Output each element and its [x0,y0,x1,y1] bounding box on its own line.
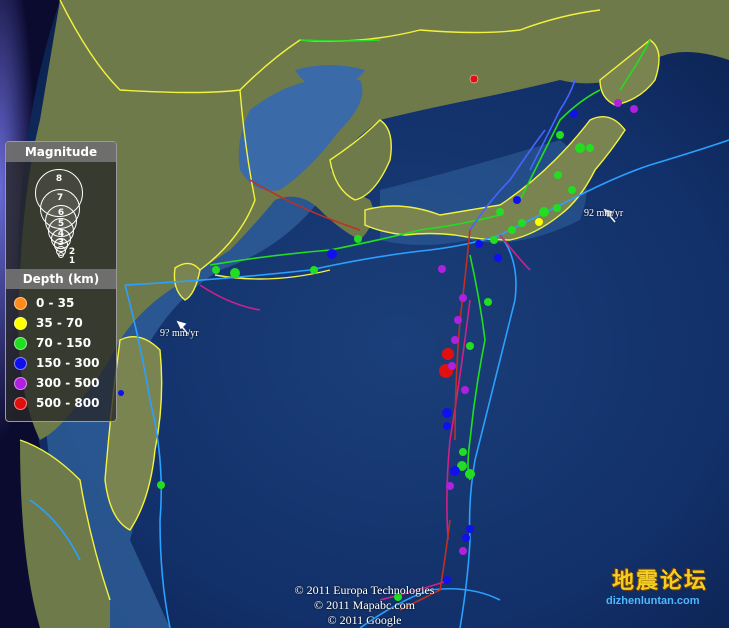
quake-marker [462,534,470,542]
depth-row: 70 - 150 [6,333,116,353]
map-view[interactable]: Magnitude 8 7 6 5 4 3 2 1 Depth (km) 0 -… [0,0,729,628]
magnitude-label: 5 [57,219,65,229]
quake-marker [443,422,451,430]
quake-marker [513,196,521,204]
quake-marker [518,219,526,227]
quake-marker [118,390,124,396]
quake-marker [614,99,622,107]
quake-marker [442,408,452,418]
credit-line: © 2011 Google [327,613,402,627]
quake-marker [451,336,459,344]
quake-marker [570,110,578,118]
depth-row: 300 - 500 [6,373,116,393]
quake-marker [539,207,549,217]
legend-panel: Magnitude 8 7 6 5 4 3 2 1 Depth (km) 0 -… [5,141,117,422]
magnitude-title: Magnitude [6,142,116,162]
depth-swatch-3 [14,356,27,370]
magnitude-label: 3 [57,238,65,248]
quake-marker [448,362,456,370]
quake-marker [442,348,454,360]
magnitude-label: 1 [68,256,76,266]
quake-marker [475,240,483,248]
magnitude-label: 7 [56,193,64,203]
quake-marker [586,144,594,152]
quake-marker [212,266,220,274]
depth-row: 150 - 300 [6,353,116,373]
quake-marker [496,208,504,216]
quake-marker [461,386,469,394]
quake-marker [469,74,479,84]
quake-marker [568,186,576,194]
quake-marker [438,265,446,273]
quake-marker [490,236,498,244]
quake-marker [459,294,467,302]
quake-marker [575,143,585,153]
quake-marker [454,316,462,324]
depth-row: 500 - 800 [6,393,116,413]
depth-label: 70 - 150 [36,336,92,350]
quake-marker [466,525,474,533]
watermark-logo: 地震论坛 [612,568,709,594]
depth-label: 150 - 300 [36,356,100,370]
quake-marker [553,204,561,212]
quake-marker [630,105,638,113]
magnitude-label: 6 [57,208,65,218]
quake-marker [354,235,362,243]
depth-legend: 0 - 35 35 - 70 70 - 150 150 - 300 300 - … [6,293,116,413]
watermark-url: dizhenluntan.com [606,595,700,607]
quake-marker [554,171,562,179]
depth-swatch-1 [14,316,27,330]
quake-marker [446,482,454,490]
magnitude-scale: 8 7 6 5 4 3 2 1 [6,163,116,267]
quake-marker [535,218,543,226]
depth-row: 35 - 70 [6,313,116,333]
magnitude-label: 8 [55,174,63,184]
quake-marker [157,481,165,489]
quake-marker [459,448,467,456]
quake-marker [459,547,467,555]
depth-swatch-4 [14,376,27,390]
quake-marker [556,131,564,139]
velocity-label: 92 mm/yr [584,208,624,219]
depth-label: 500 - 800 [36,396,100,410]
quake-marker [494,254,502,262]
depth-swatch-0 [14,296,27,310]
quake-marker [450,466,460,476]
depth-label: 300 - 500 [36,376,100,390]
depth-label: 0 - 35 [36,296,75,310]
quake-marker [230,268,240,278]
depth-row: 0 - 35 [6,293,116,313]
magnitude-circle [58,252,64,258]
depth-swatch-2 [14,336,27,350]
quake-marker [465,469,475,479]
quake-marker [466,342,474,350]
velocity-label: 9? mm/yr [160,328,199,339]
quake-marker [327,249,337,259]
depth-title: Depth (km) [6,269,116,289]
quake-marker [484,298,492,306]
depth-swatch-5 [14,396,27,410]
quake-marker [310,266,318,274]
quake-marker [508,226,516,234]
depth-label: 35 - 70 [36,316,83,330]
